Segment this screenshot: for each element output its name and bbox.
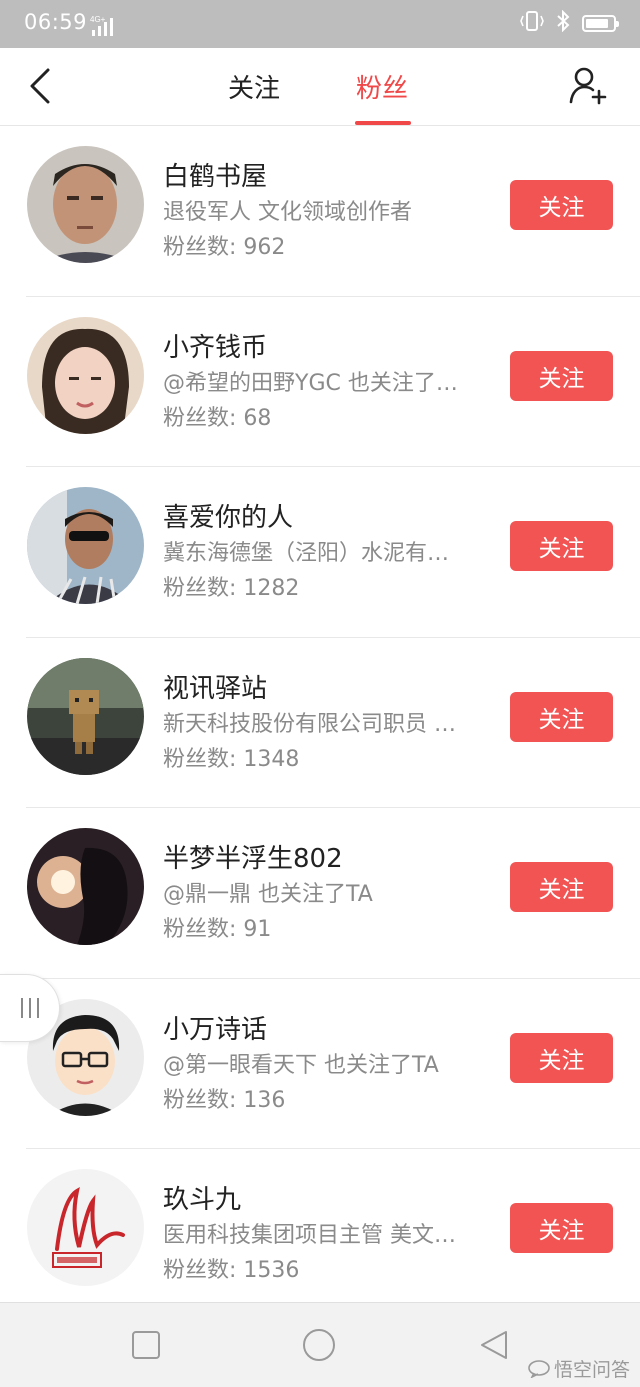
network-label: 4G+ (90, 15, 106, 24)
list-item[interactable]: 喜爱你的人 冀东海德堡（泾阳）水泥有… 粉丝数: 1282 关注 (0, 467, 640, 638)
follow-button[interactable]: 关注 (510, 691, 613, 742)
fans-count: 粉丝数: 136 (163, 1087, 286, 1113)
list-item[interactable]: 半梦半浮生802 @鼎一鼎 也关注了TA 粉丝数: 91 关注 (0, 808, 640, 979)
fans-list: 白鹤书屋 退役军人 文化领域创作者 粉丝数: 962 关注 小齐钱币 @希望的田… (0, 126, 640, 1320)
avatar[interactable] (27, 828, 144, 945)
add-user-icon (569, 67, 607, 105)
avatar[interactable] (27, 657, 144, 775)
follow-button[interactable]: 关注 (510, 1032, 613, 1083)
avatar[interactable] (27, 146, 144, 263)
tab-following[interactable]: 关注 (228, 68, 280, 105)
avatar[interactable] (27, 1169, 144, 1286)
follow-button[interactable]: 关注 (510, 521, 613, 571)
back-arrow-icon (30, 68, 50, 104)
bluetooth-icon (556, 9, 570, 36)
status-bar: 06:59 4G+ (0, 0, 640, 48)
user-description: @希望的田野YGC 也关注了… (163, 370, 458, 396)
chat-bubble-icon (528, 1359, 550, 1378)
battery-icon (582, 14, 619, 32)
vibrate-icon (520, 10, 544, 36)
fans-count: 粉丝数: 1348 (163, 746, 300, 772)
user-description: 冀东海德堡（泾阳）水泥有… (163, 541, 450, 566)
nav-bar: 关注 粉丝 (0, 48, 640, 126)
list-item[interactable]: 视讯驿站 新天科技股份有限公司职员 … 粉丝数: 1348 关注 (0, 638, 640, 808)
list-item[interactable]: 玖斗九 医用科技集团项目主管 美文… 粉丝数: 1536 关注 (0, 1149, 640, 1320)
fans-count: 粉丝数: 1536 (163, 1258, 300, 1283)
handle-bar (28, 998, 31, 1018)
tab-fans[interactable]: 粉丝 (356, 68, 408, 105)
user-description: 医用科技集团项目主管 美文… (163, 1223, 456, 1248)
circle-icon (303, 1329, 335, 1361)
user-name[interactable]: 视讯驿站 (163, 668, 267, 705)
avatar[interactable] (27, 487, 144, 604)
battery-fill (586, 18, 608, 28)
handle-bar (36, 998, 39, 1018)
user-description: 新天科技股份有限公司职员 … (163, 711, 456, 737)
user-description: 退役军人 文化领域创作者 (163, 200, 412, 225)
user-description: @第一眼看天下 也关注了TA (163, 1052, 439, 1078)
fans-count: 粉丝数: 91 (163, 917, 272, 942)
list-item[interactable]: 小万诗话 @第一眼看天下 也关注了TA 粉丝数: 136 关注 (0, 979, 640, 1149)
user-name[interactable]: 半梦半浮生802 (163, 838, 343, 875)
user-name[interactable]: 玖斗九 (163, 1179, 241, 1216)
list-item[interactable]: 白鹤书屋 退役军人 文化领域创作者 粉丝数: 962 关注 (0, 126, 640, 297)
follow-button[interactable]: 关注 (510, 180, 613, 230)
square-icon (132, 1331, 160, 1359)
watermark: 悟空问答 (528, 1355, 630, 1382)
follow-button[interactable]: 关注 (510, 1203, 613, 1253)
system-nav-bar: 悟空问答 (0, 1302, 640, 1387)
add-user-button[interactable] (568, 64, 610, 106)
handle-bar (20, 998, 23, 1018)
recent-apps-button[interactable] (128, 1327, 164, 1363)
follow-button[interactable]: 关注 (510, 350, 613, 401)
home-button[interactable] (301, 1327, 337, 1363)
user-description: @鼎一鼎 也关注了TA (163, 882, 373, 907)
user-name[interactable]: 白鹤书屋 (163, 156, 267, 193)
list-item[interactable]: 小齐钱币 @希望的田野YGC 也关注了… 粉丝数: 68 关注 (0, 297, 640, 467)
fans-count: 粉丝数: 68 (163, 405, 272, 431)
watermark-text: 悟空问答 (553, 1359, 630, 1381)
user-name[interactable]: 喜爱你的人 (163, 497, 293, 534)
avatar[interactable] (27, 316, 144, 434)
user-name[interactable]: 小万诗话 (163, 1009, 267, 1046)
active-tab-indicator (355, 121, 411, 125)
user-name[interactable]: 小齐钱币 (163, 327, 267, 364)
follow-button[interactable]: 关注 (510, 862, 613, 912)
back-nav-button[interactable] (476, 1327, 512, 1363)
triangle-back-icon (481, 1331, 507, 1359)
status-time: 06:59 (24, 10, 88, 34)
fans-count: 粉丝数: 1282 (163, 576, 300, 601)
back-button[interactable] (20, 62, 60, 110)
signal-icon: 4G+ (90, 14, 116, 40)
fans-count: 粉丝数: 962 (163, 235, 286, 260)
